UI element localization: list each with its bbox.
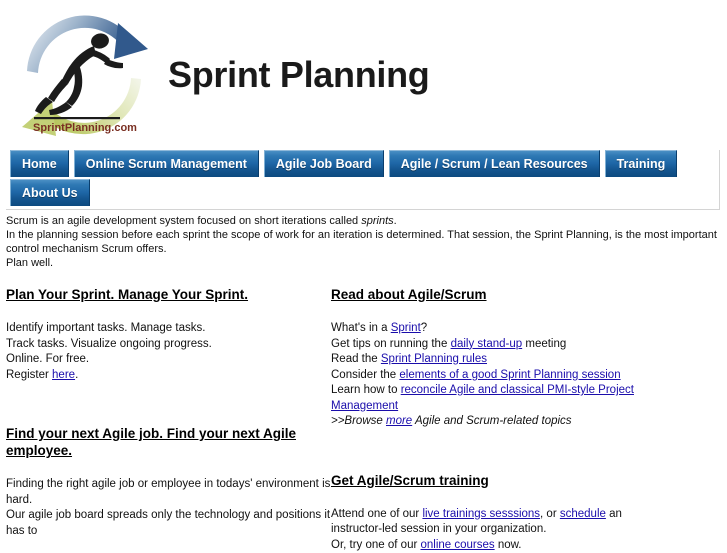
block-title-find-agile-job: Find your next Agile job. Find your next… bbox=[6, 425, 331, 459]
block-body-plan-your-sprint: Identify important tasks. Manage tasks. … bbox=[6, 321, 331, 383]
read-line-1-pre: What's in a bbox=[331, 322, 391, 334]
intro-line-2: In the planning session before each spri… bbox=[6, 228, 719, 256]
site-logo[interactable]: SprintPlanning.com bbox=[10, 5, 160, 145]
plan-line-2: Track tasks. Visualize ongoing progress. bbox=[6, 337, 331, 353]
page-title: Sprint Planning bbox=[168, 54, 430, 96]
read-line-2-pre: Get tips on running the bbox=[331, 338, 451, 350]
nav-row-secondary: About Us bbox=[6, 179, 719, 207]
read-line-4-pre: Consider the bbox=[331, 369, 399, 381]
plan-line-1: Identify important tasks. Manage tasks. bbox=[6, 321, 331, 337]
link-schedule[interactable]: schedule bbox=[560, 508, 606, 520]
plan-line-3: Online. For free. bbox=[6, 352, 331, 368]
training-line-1-pre: Attend one of our bbox=[331, 508, 422, 520]
block-find-agile-job: Find your next Agile job. Find your next… bbox=[6, 425, 331, 539]
intro-line-1-emphasis: sprints bbox=[361, 215, 393, 227]
left-column-spacer bbox=[6, 383, 331, 425]
nav-item-about-us[interactable]: About Us bbox=[10, 179, 90, 206]
link-sprint-planning-rules[interactable]: Sprint Planning rules bbox=[381, 353, 487, 365]
nav-item-home[interactable]: Home bbox=[10, 150, 69, 177]
nav-item-agile-job-board[interactable]: Agile Job Board bbox=[264, 150, 384, 177]
read-line-4: Consider the elements of a good Sprint P… bbox=[331, 368, 661, 384]
right-column: Read about Agile/Scrum What's in a Sprin… bbox=[331, 286, 661, 553]
intro-line-1-a: Scrum is an agile development system foc… bbox=[6, 215, 361, 227]
intro-line-3: Plan well. bbox=[6, 256, 719, 270]
nav-item-online-scrum-management[interactable]: Online Scrum Management bbox=[74, 150, 259, 177]
link-elements-of-good-sprint-planning-session[interactable]: elements of a good Sprint Planning sessi… bbox=[399, 369, 620, 381]
block-get-agile-scrum-training: Get Agile/Scrum training Attend one of o… bbox=[331, 472, 661, 553]
plan-line-4: Register here. bbox=[6, 368, 331, 384]
right-column-spacer bbox=[331, 430, 661, 472]
job-line-1: Finding the right agile job or employee … bbox=[6, 477, 331, 508]
link-register-here[interactable]: here bbox=[52, 369, 75, 381]
training-line-2: Or, try one of our online courses now. bbox=[331, 538, 661, 553]
block-title-read-about-agile-scrum: Read about Agile/Scrum bbox=[331, 286, 661, 303]
read-line-1: What's in a Sprint? bbox=[331, 321, 661, 337]
link-live-trainings-sessions[interactable]: live trainings sesssions bbox=[422, 508, 540, 520]
read-line-2: Get tips on running the daily stand-up m… bbox=[331, 337, 661, 353]
block-title-get-agile-scrum-training: Get Agile/Scrum training bbox=[331, 472, 661, 489]
block-title-plan-your-sprint: Plan Your Sprint. Manage Your Sprint. bbox=[6, 286, 331, 303]
nav-item-training[interactable]: Training bbox=[605, 150, 678, 177]
content-columns: Plan Your Sprint. Manage Your Sprint. Id… bbox=[0, 286, 727, 553]
block-plan-your-sprint: Plan Your Sprint. Manage Your Sprint. Id… bbox=[6, 286, 331, 383]
main-navigation: Home Online Scrum Management Agile Job B… bbox=[6, 150, 720, 210]
training-line-1-mid: , or bbox=[540, 508, 560, 520]
job-line-2: Our agile job board spreads only the tec… bbox=[6, 508, 331, 539]
link-sprint[interactable]: Sprint bbox=[391, 322, 421, 334]
nav-item-agile-scrum-lean-resources[interactable]: Agile / Scrum / Lean Resources bbox=[389, 150, 600, 177]
block-body-find-agile-job: Finding the right agile job or employee … bbox=[6, 477, 331, 539]
read-line-5-pre: Learn how to bbox=[331, 384, 401, 396]
read-line-6-post: Agile and Scrum-related topics bbox=[412, 415, 571, 427]
block-body-read-about-agile-scrum: What's in a Sprint? Get tips on running … bbox=[331, 321, 661, 430]
read-line-2-post: meeting bbox=[522, 338, 566, 350]
logo-wordmark: SprintPlanning.com bbox=[33, 122, 137, 134]
block-read-about-agile-scrum: Read about Agile/Scrum What's in a Sprin… bbox=[331, 286, 661, 430]
sprintplanning-logo-icon: SprintPlanning.com bbox=[10, 5, 160, 145]
read-line-6-pre: >>Browse bbox=[331, 415, 386, 427]
left-column: Plan Your Sprint. Manage Your Sprint. Id… bbox=[6, 286, 331, 553]
plan-line-4-pre: Register bbox=[6, 369, 52, 381]
read-line-1-post: ? bbox=[421, 322, 427, 334]
read-line-3: Read the Sprint Planning rules bbox=[331, 352, 661, 368]
block-body-get-agile-scrum-training: Attend one of our live trainings sesssio… bbox=[331, 507, 661, 553]
plan-line-4-post: . bbox=[75, 369, 78, 381]
intro-line-1-b: . bbox=[394, 215, 397, 227]
training-line-1: Attend one of our live trainings sesssio… bbox=[331, 507, 661, 538]
nav-row-primary: Home Online Scrum Management Agile Job B… bbox=[6, 150, 719, 178]
site-header: SprintPlanning.com Sprint Planning bbox=[0, 0, 727, 150]
read-line-5: Learn how to reconcile Agile and classic… bbox=[331, 383, 661, 414]
read-line-6-browse-more: >>Browse more Agile and Scrum-related to… bbox=[331, 414, 661, 430]
intro-text: Scrum is an agile development system foc… bbox=[0, 210, 727, 270]
intro-line-1: Scrum is an agile development system foc… bbox=[6, 214, 719, 228]
link-more-topics[interactable]: more bbox=[386, 415, 412, 427]
link-daily-stand-up[interactable]: daily stand-up bbox=[451, 338, 523, 350]
read-line-3-pre: Read the bbox=[331, 353, 381, 365]
